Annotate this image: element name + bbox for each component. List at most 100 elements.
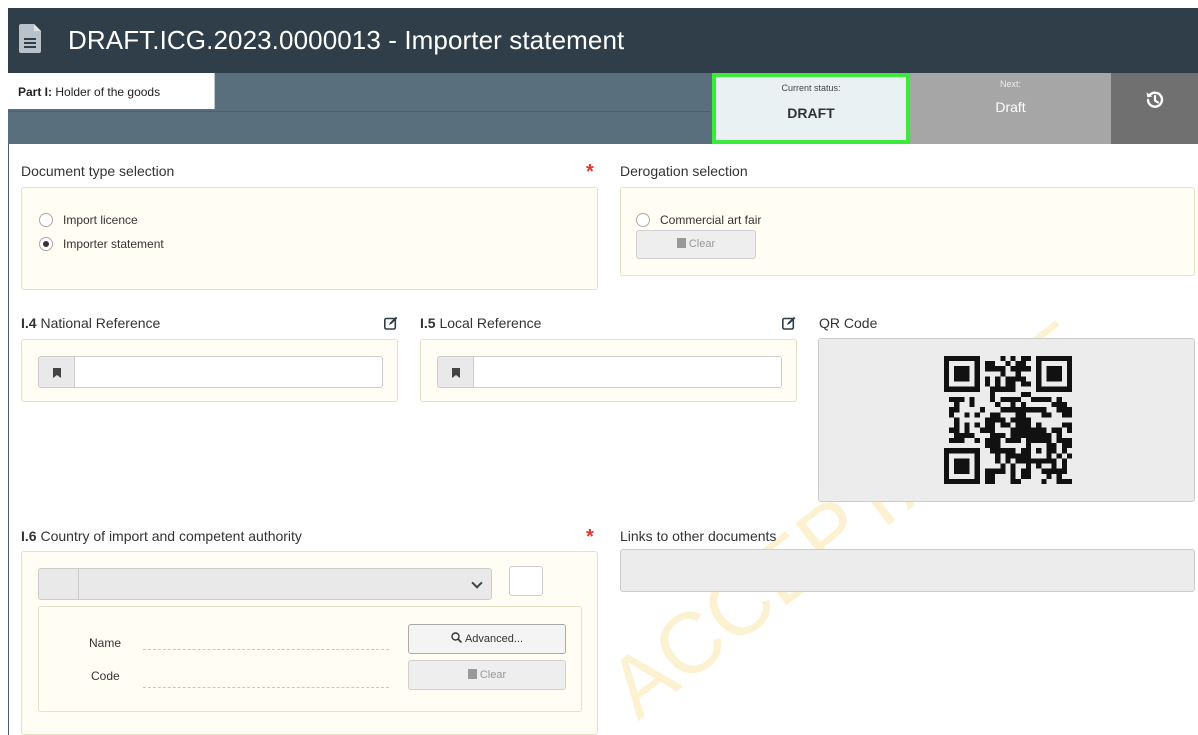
qr-module xyxy=(1066,412,1072,418)
qr-module xyxy=(1041,386,1047,392)
qr-module xyxy=(1015,417,1021,423)
qr-module xyxy=(974,412,980,418)
authority-clear-button[interactable]: Clear xyxy=(408,660,566,690)
national-reference-label: I.4 National Reference xyxy=(21,315,160,331)
qr-module xyxy=(1046,473,1052,479)
qr-module xyxy=(969,386,975,392)
qr-module xyxy=(944,386,950,392)
qr-module xyxy=(949,407,955,413)
qr-module xyxy=(1036,463,1042,469)
qr-module xyxy=(984,417,991,423)
qr-module xyxy=(1061,463,1067,469)
qr-module xyxy=(974,437,980,444)
qr-module xyxy=(990,443,996,449)
qr-module xyxy=(944,473,950,479)
qr-module xyxy=(1051,448,1057,454)
qr-module xyxy=(954,468,960,474)
trash-icon xyxy=(467,669,477,679)
qr-module xyxy=(974,386,980,392)
radio-label: Importer statement xyxy=(63,237,164,251)
radio-circle[interactable] xyxy=(636,213,650,227)
current-status-value: DRAFT xyxy=(787,105,835,121)
qr-module xyxy=(1010,432,1016,438)
radio-circle[interactable] xyxy=(39,213,53,227)
qr-module xyxy=(964,422,970,428)
qr-module xyxy=(1015,422,1021,428)
radio-importer-statement[interactable]: Importer statement xyxy=(39,237,164,251)
local-reference-input-group xyxy=(437,356,782,388)
qr-module xyxy=(990,396,996,403)
radio-import-licence[interactable]: Import licence xyxy=(39,213,138,227)
qr-module xyxy=(1015,371,1021,377)
qr-module xyxy=(1020,432,1026,438)
derogation-clear-button[interactable]: Clear xyxy=(636,230,756,259)
qr-module xyxy=(995,443,1001,449)
qr-module xyxy=(964,468,970,474)
national-reference-input[interactable] xyxy=(74,356,383,388)
qr-module xyxy=(1036,381,1042,387)
qr-module xyxy=(959,356,965,362)
qr-module xyxy=(1010,463,1016,469)
links-label: Links to other documents xyxy=(620,528,777,544)
qr-module xyxy=(944,381,950,387)
qr-module xyxy=(1025,427,1032,433)
qr-module xyxy=(1031,437,1037,444)
qr-module xyxy=(1010,407,1016,413)
qr-module xyxy=(944,376,950,382)
qr-module xyxy=(1000,417,1006,423)
qr-module xyxy=(995,448,1001,454)
qr-module xyxy=(1000,432,1006,438)
qr-module xyxy=(1010,356,1016,362)
qr-module xyxy=(984,366,991,372)
advanced-search-button[interactable]: Advanced... xyxy=(408,624,566,654)
qr-module xyxy=(954,422,960,428)
qr-module xyxy=(1020,448,1026,454)
edit-icon[interactable] xyxy=(384,316,398,330)
radio-commercial-art-fair[interactable]: Commercial art fair xyxy=(636,213,761,227)
qr-module xyxy=(1036,371,1042,377)
links-field[interactable] xyxy=(620,549,1195,592)
qr-module xyxy=(1051,386,1057,392)
qr-module xyxy=(1005,407,1011,413)
qr-module xyxy=(1056,478,1062,484)
qr-module xyxy=(1020,417,1026,423)
qr-module xyxy=(969,356,975,362)
qr-module xyxy=(964,412,970,418)
document-type-panel: Import licence Importer statement xyxy=(21,187,598,290)
qr-module xyxy=(1046,371,1052,377)
local-reference-input[interactable] xyxy=(473,356,782,388)
qr-module xyxy=(964,463,970,469)
tab-part-1[interactable]: Part I: Holder of the goods xyxy=(8,73,215,109)
qr-module xyxy=(1041,407,1047,413)
country-select[interactable] xyxy=(38,568,492,600)
qr-module xyxy=(1061,402,1067,408)
qr-module xyxy=(1031,407,1037,413)
qr-module xyxy=(1036,356,1042,362)
qr-module xyxy=(954,407,960,413)
qr-module xyxy=(1010,396,1016,403)
qr-module xyxy=(995,381,1001,387)
qr-module xyxy=(1020,427,1026,433)
qr-module xyxy=(954,417,960,423)
qr-module xyxy=(964,427,970,433)
country-code-box[interactable] xyxy=(509,566,543,596)
qr-module xyxy=(1051,458,1057,464)
edit-icon[interactable] xyxy=(782,316,796,330)
qr-module xyxy=(1020,412,1026,418)
qr-module xyxy=(1056,371,1062,377)
qr-module xyxy=(1061,448,1067,454)
qr-module xyxy=(1036,432,1042,438)
history-button[interactable] xyxy=(1111,73,1198,144)
qr-module xyxy=(1025,432,1032,438)
qr-module xyxy=(964,366,970,372)
qr-module xyxy=(954,366,960,372)
next-status-button[interactable]: Next: Draft xyxy=(910,73,1111,144)
local-reference-label: I.5 Local Reference xyxy=(420,315,541,331)
qr-module xyxy=(995,412,1001,418)
qr-module xyxy=(1015,453,1021,459)
qr-module xyxy=(949,427,955,433)
qr-module xyxy=(1025,453,1032,459)
clear-label: Clear xyxy=(688,238,716,250)
qr-module xyxy=(1046,412,1052,418)
radio-circle-checked[interactable] xyxy=(39,237,53,251)
